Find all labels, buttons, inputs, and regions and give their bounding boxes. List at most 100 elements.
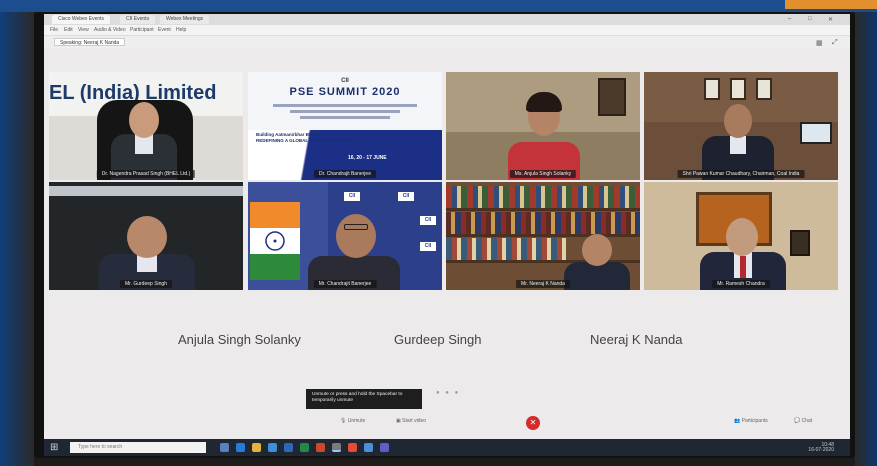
wall-frame: [598, 78, 626, 116]
participant-name[interactable]: Neeraj K Nanda: [590, 332, 683, 347]
video-tile[interactable]: Mr. Neeraj K Nanda: [446, 182, 640, 290]
grid-view-icon[interactable]: ▦: [816, 39, 823, 47]
browser-tab[interactable]: Webex Meetings: [160, 15, 210, 24]
webex-icon[interactable]: [332, 443, 341, 452]
monitor-screen: Cisco Webex Events CII Events Webex Meet…: [44, 14, 850, 456]
menu-item[interactable]: View: [78, 26, 89, 35]
summit-subtitle-line: [300, 116, 390, 119]
summit-subtitle-line: [273, 104, 417, 107]
video-tile[interactable]: Mr. Ramesh Chandra: [644, 182, 838, 290]
chat-button[interactable]: 💬 Chat: [794, 418, 812, 424]
indian-flag-icon: [250, 202, 300, 280]
video-tile[interactable]: Mr. Gurdeep Singh: [49, 182, 243, 290]
taskbar-search-input[interactable]: Type here to search: [70, 442, 206, 453]
store-icon[interactable]: [268, 443, 277, 452]
cii-logo: CII: [344, 192, 360, 201]
video-tile[interactable]: EL (India) Limited Dr. Nagendra Prasad S…: [49, 72, 243, 180]
windows-taskbar: ⊞ Type here to search 10:48 16-07-2020: [44, 439, 850, 456]
participant-shirt: [730, 136, 746, 154]
participant-name[interactable]: Gurdeep Singh: [394, 332, 481, 347]
powerpoint-icon[interactable]: [316, 443, 325, 452]
participant-head: [726, 218, 758, 256]
ceiling-light: [49, 186, 243, 196]
wall-picture: [730, 78, 746, 100]
menu-item[interactable]: Edit: [64, 26, 73, 35]
participant-name[interactable]: Anjula Singh Solanky: [178, 332, 301, 347]
wall-picture: [756, 78, 772, 100]
room-frame-top: [0, 0, 877, 12]
participant-head: [129, 102, 159, 138]
wall-picture: [704, 78, 720, 100]
cii-logo: CII: [341, 78, 349, 84]
participant-tie: [740, 256, 746, 278]
excel-icon[interactable]: [300, 443, 309, 452]
cii-logo: CII: [420, 216, 436, 225]
task-view-icon[interactable]: [220, 443, 229, 452]
system-tray-clock[interactable]: 10:48 16-07-2020: [808, 443, 834, 453]
minimize-icon[interactable]: –: [788, 16, 791, 22]
participants-button[interactable]: 👥 Participants: [734, 418, 768, 424]
room-accent-strip: [785, 0, 877, 9]
summit-theme-line: REDEFINING A GLOBAL STRATEGY FOR PSUs: [256, 138, 358, 143]
summit-subtitle-line: [290, 110, 400, 113]
teams-icon[interactable]: [380, 443, 389, 452]
participant-name-tag: Mr. Chandrajit Banerjee: [313, 280, 377, 288]
mute-label: Unmute: [347, 418, 366, 424]
menu-item[interactable]: Help: [176, 26, 186, 35]
browser-tab-bar: Cisco Webex Events CII Events Webex Meet…: [44, 14, 850, 25]
wall-frame: [790, 230, 810, 256]
outlook-icon[interactable]: [364, 443, 373, 452]
participant-name-tag: Mr. Neeraj K Nanda: [516, 280, 570, 288]
maximize-icon[interactable]: □: [808, 16, 812, 22]
bookshelf-row: [446, 186, 640, 208]
participant-name-tag: Mr. Ramesh Chandra: [712, 280, 770, 288]
menu-item[interactable]: File: [50, 26, 58, 35]
file-explorer-icon[interactable]: [252, 443, 261, 452]
video-label: Start video: [402, 418, 427, 424]
room-frame-left: [0, 12, 34, 466]
close-icon[interactable]: ✕: [828, 16, 833, 23]
windows-start-icon[interactable]: ⊞: [50, 442, 58, 453]
participants-label: Participants: [741, 418, 768, 424]
menu-item[interactable]: Audio & Video: [94, 26, 126, 35]
summit-dates: 16, 20 - 17 JUNE: [348, 155, 387, 161]
pagination-dots[interactable]: ● ● ●: [436, 390, 460, 396]
speaker-bar: Speaking: Neeraj K Nanda: [44, 36, 850, 48]
summit-title: PSE SUMMIT 2020: [289, 86, 401, 98]
fullscreen-icon[interactable]: ⤢: [832, 39, 838, 47]
video-button[interactable]: ▣ Start video: [396, 418, 426, 424]
edge-icon[interactable]: [236, 443, 245, 452]
participant-name-tag: Shri Pawan Kumar Chaudhary, Chairman, Co…: [677, 170, 805, 178]
video-tile[interactable]: Ms. Anjula Singh Solanky: [446, 72, 640, 180]
desk-monitor: [800, 122, 832, 144]
participant-head: [127, 216, 167, 258]
video-tile[interactable]: CII PSE SUMMIT 2020 Building Aatmanirbha…: [248, 72, 442, 180]
word-icon[interactable]: [284, 443, 293, 452]
menu-item[interactable]: Event: [158, 26, 171, 35]
tray-date: 16-07-2020: [808, 447, 834, 453]
browser-tab[interactable]: Cisco Webex Events: [52, 15, 111, 24]
menu-item[interactable]: Participant: [130, 26, 154, 35]
participant-name-tag: Dr. Chandrajit Banerjee: [314, 170, 376, 178]
chrome-icon[interactable]: [348, 443, 357, 452]
participant-head: [724, 104, 752, 138]
participant-name-tag: Ms. Anjula Singh Solanky: [509, 170, 577, 178]
participant-body: [564, 262, 630, 290]
participant-name-tag: Dr. Nagendra Prasad Singh (BHEL Ltd.): [96, 170, 196, 178]
shelf-line: [446, 208, 640, 211]
video-tile[interactable]: Shri Pawan Kumar Chaudhary, Chairman, Co…: [644, 72, 838, 180]
active-speaker-label: Speaking: Neeraj K Nanda: [54, 38, 126, 46]
bookshelf-row: [446, 238, 566, 260]
browser-tab[interactable]: CII Events: [120, 15, 156, 24]
shelf-line: [446, 234, 640, 237]
cii-logo: CII: [420, 242, 436, 251]
app-menu-bar: File Edit View Audio & Video Participant…: [44, 25, 850, 36]
video-tile[interactable]: CII CII CII CII Mr. Chandrajit Banerjee: [248, 182, 442, 290]
glasses-icon: [344, 224, 368, 230]
room-frame-right: [855, 12, 877, 466]
participant-head: [336, 214, 376, 258]
mute-button[interactable]: 🎙 Unmute: [340, 418, 365, 424]
bookshelf-row: [446, 212, 640, 234]
participant-name-tag: Mr. Gurdeep Singh: [120, 280, 172, 288]
leave-meeting-button[interactable]: ✕: [526, 416, 540, 430]
